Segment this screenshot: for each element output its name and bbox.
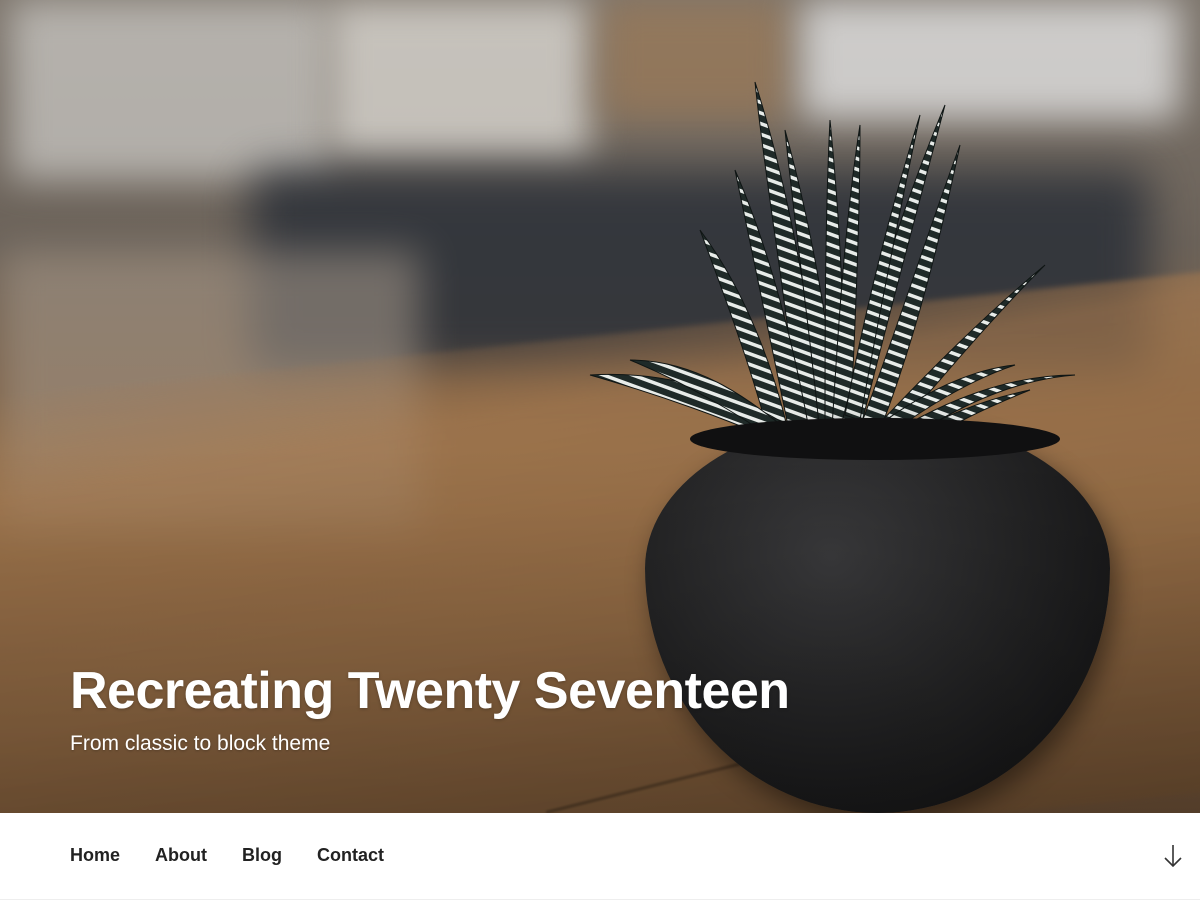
header-hero-image: Recreating Twenty Seventeen From classic…	[0, 0, 1200, 813]
nav-item-blog[interactable]: Blog	[242, 843, 282, 867]
main-navigation: Home About Blog Contact	[0, 813, 1200, 900]
nav-item-contact[interactable]: Contact	[317, 843, 384, 867]
arrow-down-icon	[1164, 845, 1182, 868]
site-description: From classic to block theme	[70, 732, 331, 755]
nav-menu: Home About Blog Contact	[70, 843, 419, 867]
site-branding: Recreating Twenty Seventeen From classic…	[70, 661, 790, 757]
scroll-down-button[interactable]	[1160, 842, 1186, 870]
site-title[interactable]: Recreating Twenty Seventeen	[70, 661, 790, 721]
nav-item-home[interactable]: Home	[70, 843, 120, 867]
nav-item-about[interactable]: About	[155, 843, 207, 867]
